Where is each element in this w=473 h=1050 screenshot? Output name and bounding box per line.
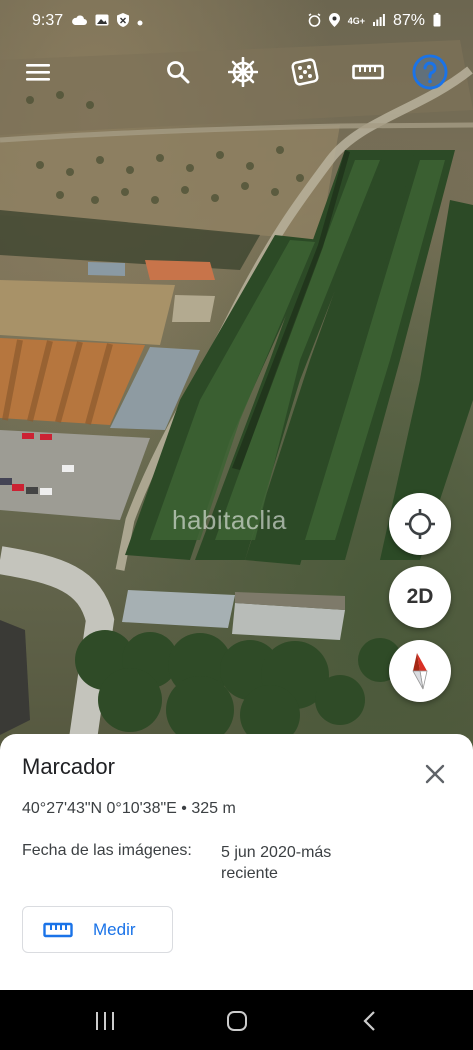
recents-button[interactable]	[90, 1008, 120, 1034]
dice-icon	[291, 58, 319, 86]
status-bar: 9:37 4G+ 87%	[0, 0, 473, 42]
compass-icon	[412, 653, 428, 690]
measure-toolbar-button[interactable]	[350, 54, 386, 90]
help-button[interactable]	[412, 54, 448, 90]
help-icon	[412, 54, 448, 90]
view-mode-button[interactable]: 2D	[389, 566, 451, 628]
watermark-text: habitaclia	[172, 505, 287, 535]
imagery-date-label: Fecha de las imágenes:	[22, 842, 192, 859]
imagery-date-value: 5 jun 2020-más reciente	[221, 844, 332, 882]
voyager-button[interactable]	[225, 54, 261, 90]
clock: 9:37	[32, 12, 64, 29]
home-icon	[227, 1011, 247, 1031]
menu-button[interactable]	[20, 54, 56, 90]
network-label: 4G+	[347, 15, 365, 26]
locate-button[interactable]	[389, 493, 451, 555]
dot-icon	[137, 15, 143, 28]
locate-icon	[405, 509, 435, 539]
compass-button[interactable]	[389, 640, 451, 702]
coordinates: 40°27'43"N 0°10'38"E • 325 m	[22, 800, 236, 817]
measure-label: Medir	[93, 919, 136, 939]
battery-percent: 87%	[392, 12, 425, 29]
recents-icon	[96, 1012, 114, 1030]
location-icon	[328, 13, 340, 29]
close-button[interactable]	[423, 762, 447, 786]
map-toolbar	[0, 46, 473, 96]
signal-icon	[372, 14, 385, 28]
panel-title: Marcador	[22, 754, 115, 779]
search-button[interactable]	[160, 54, 196, 90]
back-icon	[363, 1011, 375, 1031]
feeling-lucky-button[interactable]	[287, 54, 323, 90]
placemark-panel: Marcador 40°27'43"N 0°10'38"E • 325 m Fe…	[0, 734, 473, 990]
voyager-icon	[228, 57, 258, 87]
menu-icon	[26, 64, 50, 81]
measure-button[interactable]: Medir	[22, 906, 173, 953]
home-button[interactable]	[222, 1008, 252, 1034]
alarm-icon	[308, 13, 321, 29]
shield-icon	[117, 13, 130, 29]
system-nav-bar	[0, 990, 473, 1050]
cloud-icon	[71, 14, 88, 28]
battery-icon	[433, 13, 441, 29]
close-icon	[425, 764, 445, 784]
ruler-icon	[352, 64, 384, 80]
back-button[interactable]	[355, 1008, 385, 1034]
image-icon	[95, 14, 109, 28]
search-icon	[167, 61, 190, 84]
ruler-icon	[43, 922, 73, 937]
